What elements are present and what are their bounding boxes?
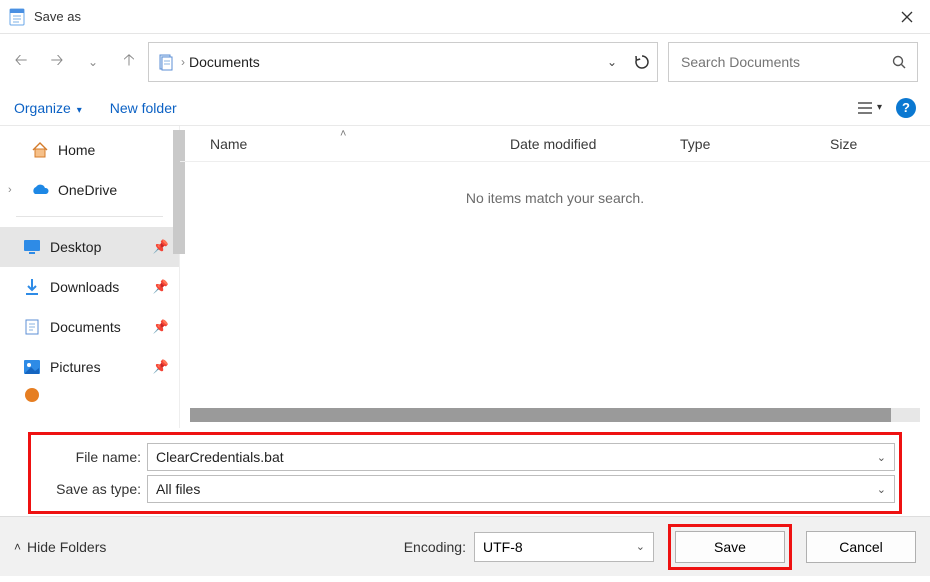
sidebar-item-label: OneDrive — [58, 182, 117, 198]
forward-button[interactable]: 🡢 — [48, 49, 66, 76]
sidebar: Home › OneDrive Desktop 📌 Downloads 📌 — [0, 126, 180, 428]
encoding-value: UTF-8 — [483, 539, 523, 555]
main-area: Home › OneDrive Desktop 📌 Downloads 📌 — [0, 126, 930, 428]
sidebar-item-onedrive[interactable]: › OneDrive — [0, 170, 179, 210]
highlight-box-fields: File name: ClearCredentials.bat ⌄ Save a… — [28, 432, 902, 514]
nav-arrows: 🡠 🡢 ⌄ 🡡 — [12, 49, 138, 76]
hide-folders-label: Hide Folders — [27, 539, 106, 555]
window-title: Save as — [34, 9, 81, 24]
list-view-icon — [857, 101, 873, 115]
desktop-icon — [22, 237, 42, 257]
pin-icon: 📌 — [153, 279, 169, 295]
horizontal-scrollbar[interactable] — [190, 408, 920, 422]
sidebar-item-home[interactable]: Home — [0, 130, 179, 170]
chevron-down-icon: ▾ — [877, 102, 882, 113]
organize-menu[interactable]: Organize ▾ — [14, 100, 82, 116]
pin-icon: 📌 — [153, 359, 169, 375]
search-icon[interactable] — [891, 54, 907, 70]
sidebar-item-documents[interactable]: Documents 📌 — [0, 307, 179, 347]
view-mode-button[interactable]: ▾ — [857, 101, 882, 115]
toolbar: Organize ▾ New folder ▾ ? — [0, 90, 930, 126]
help-button[interactable]: ? — [896, 98, 916, 118]
sidebar-separator — [16, 216, 163, 217]
home-icon — [30, 140, 50, 160]
sidebar-item-partial[interactable] — [0, 387, 179, 403]
column-name[interactable]: ˄ Name — [210, 136, 510, 152]
chevron-down-icon[interactable]: ⌄ — [877, 451, 886, 464]
column-headers: ˄ Name Date modified Type Size — [180, 126, 930, 162]
search-input[interactable] — [679, 53, 891, 71]
sidebar-item-pictures[interactable]: Pictures 📌 — [0, 347, 179, 387]
footer: ˄ Hide Folders Encoding: UTF-8 ⌄ Save Ca… — [0, 516, 930, 576]
back-button[interactable]: 🡠 — [12, 49, 30, 76]
notepad-icon — [8, 8, 26, 26]
filename-label: File name: — [35, 449, 147, 465]
documents-icon — [155, 53, 177, 71]
sidebar-item-label: Downloads — [50, 279, 119, 295]
nav-row: 🡠 🡢 ⌄ 🡡 › Documents ⌄ — [0, 34, 930, 90]
filetype-label: Save as type: — [35, 481, 147, 497]
encoding-row: Encoding: UTF-8 ⌄ — [404, 532, 654, 562]
cancel-button[interactable]: Cancel — [806, 531, 916, 563]
breadcrumb-location[interactable]: Documents — [189, 54, 260, 70]
encoding-select[interactable]: UTF-8 ⌄ — [474, 532, 654, 562]
sidebar-item-downloads[interactable]: Downloads 📌 — [0, 267, 179, 307]
chevron-up-icon: ˄ — [14, 540, 21, 554]
organize-label: Organize — [14, 100, 71, 116]
title-bar: Save as — [0, 0, 930, 34]
column-date[interactable]: Date modified — [510, 136, 680, 152]
chevron-down-icon[interactable]: ⌄ — [636, 540, 645, 553]
highlight-box-save: Save — [668, 524, 792, 570]
save-fields: File name: ClearCredentials.bat ⌄ Save a… — [0, 428, 930, 516]
expand-icon[interactable]: › — [8, 184, 12, 196]
close-button[interactable] — [884, 0, 930, 34]
sort-asc-icon: ˄ — [340, 128, 346, 140]
empty-message: No items match your search. — [180, 190, 930, 206]
file-list-area: ˄ Name Date modified Type Size No items … — [180, 126, 930, 428]
column-type[interactable]: Type — [680, 136, 830, 152]
pin-icon: 📌 — [153, 319, 169, 335]
chevron-down-icon[interactable]: ⌄ — [877, 483, 886, 496]
chevron-right-icon[interactable]: › — [181, 55, 185, 69]
filetype-value: All files — [156, 481, 200, 497]
folder-icon — [22, 387, 42, 403]
address-bar[interactable]: › Documents ⌄ — [148, 42, 658, 82]
filetype-row: Save as type: All files ⌄ — [35, 473, 895, 505]
documents-icon — [22, 317, 42, 337]
sidebar-item-label: Home — [58, 142, 95, 158]
filename-input[interactable]: ClearCredentials.bat ⌄ — [147, 443, 895, 471]
filename-row: File name: ClearCredentials.bat ⌄ — [35, 441, 895, 473]
filetype-select[interactable]: All files ⌄ — [147, 475, 895, 503]
sidebar-item-label: Documents — [50, 319, 121, 335]
pictures-icon — [22, 357, 42, 377]
sidebar-item-desktop[interactable]: Desktop 📌 — [0, 227, 179, 267]
column-size[interactable]: Size — [830, 136, 857, 152]
save-button[interactable]: Save — [675, 531, 785, 563]
hide-folders-button[interactable]: ˄ Hide Folders — [14, 539, 106, 555]
search-box[interactable] — [668, 42, 918, 82]
refresh-button[interactable] — [633, 53, 651, 71]
sidebar-item-label: Desktop — [50, 239, 101, 255]
chevron-down-icon: ▾ — [77, 105, 82, 116]
pin-icon: 📌 — [153, 239, 169, 255]
encoding-label: Encoding: — [404, 539, 466, 555]
new-folder-button[interactable]: New folder — [110, 100, 177, 116]
recent-dropdown-icon[interactable]: ⌄ — [84, 55, 102, 69]
filename-value: ClearCredentials.bat — [156, 449, 284, 465]
address-dropdown-icon[interactable]: ⌄ — [607, 55, 617, 69]
downloads-icon — [22, 277, 42, 297]
onedrive-icon — [30, 180, 50, 200]
up-button[interactable]: 🡡 — [120, 49, 138, 76]
sidebar-item-label: Pictures — [50, 359, 101, 375]
